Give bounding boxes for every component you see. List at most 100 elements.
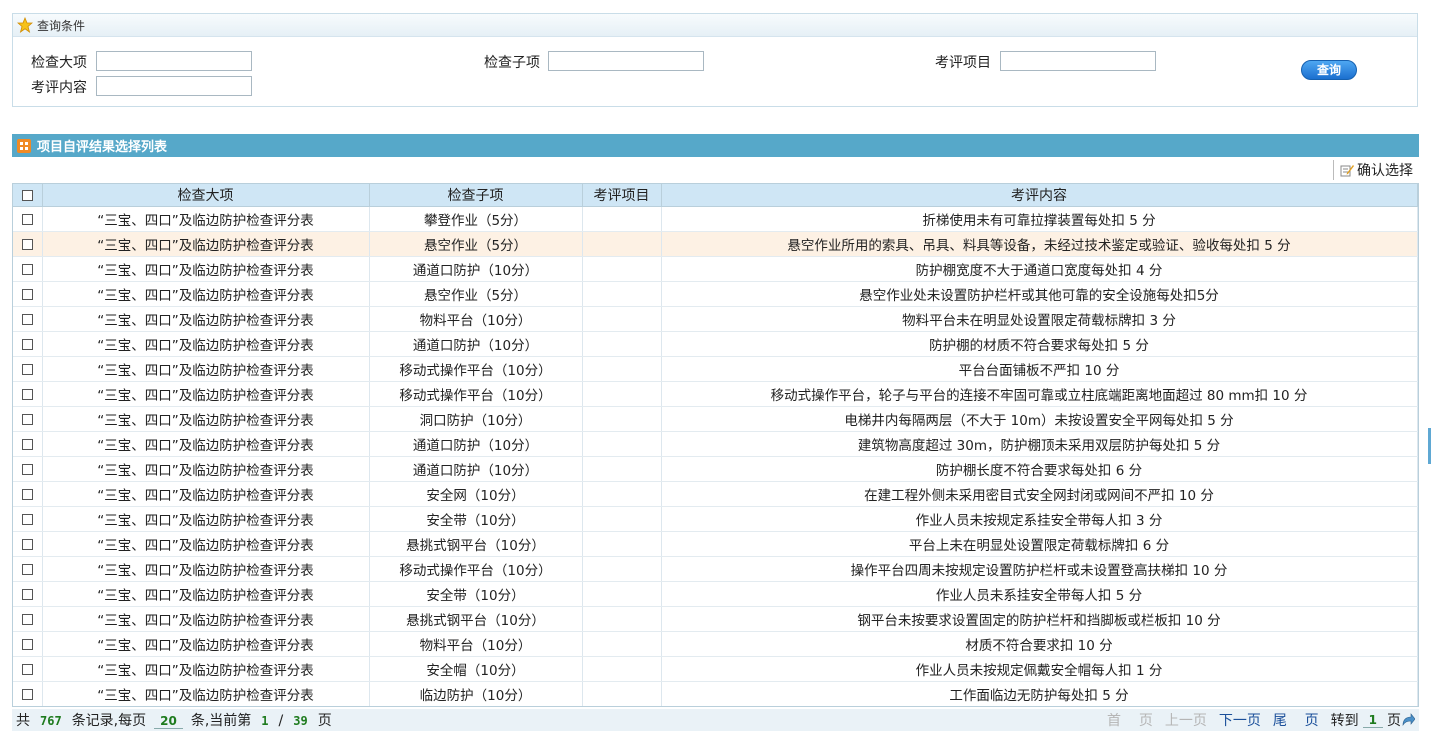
row-select-cell (13, 506, 43, 532)
go-arrow-icon[interactable] (1401, 713, 1415, 727)
pager-text: 共 (16, 713, 30, 729)
table-row[interactable]: “三宝、四口”及临边防护检查评分表 安全带（10分） 作业人员未按规定系挂安全带每人… (13, 506, 1418, 532)
cell-sub: 悬空作业（5分） (369, 231, 583, 257)
cell-project (582, 531, 662, 557)
row-checkbox[interactable] (21, 288, 33, 300)
table-row[interactable]: “三宝、四口”及临边防护检查评分表 悬挑式钢平台（10分） 平台上未在明显处设置限定… (13, 531, 1418, 557)
table-row[interactable]: “三宝、四口”及临边防护检查评分表 移动式操作平台（10分） 移动式操作平台，轮子与… (13, 381, 1418, 407)
cell-content: 防护棚宽度不大于通道口宽度每处扣 4 分 (661, 256, 1418, 282)
sub-input[interactable] (548, 51, 704, 71)
cell-major: “三宝、四口”及临边防护检查评分表 (42, 506, 370, 532)
row-select-cell (13, 406, 43, 432)
table-row[interactable]: “三宝、四口”及临边防护检查评分表 通道口防护（10分） 防护棚长度不符合要求每处扣… (13, 456, 1418, 482)
row-select-cell (13, 581, 43, 607)
table-row[interactable]: “三宝、四口”及临边防护检查评分表 悬空作业（5分） 悬空作业所用的索具、吊具、料具… (13, 231, 1418, 257)
row-checkbox[interactable] (21, 588, 33, 600)
cell-project (582, 556, 662, 582)
last-page-link[interactable]: 尾 (1273, 713, 1287, 729)
pager-nav: 首 页 上一页 下一页 尾 页 转到 1 页 (1107, 710, 1415, 730)
cell-content: 操作平台四周未按规定设置防护栏杆或未设置登高扶梯扣 10 分 (661, 556, 1418, 582)
cell-project (582, 606, 662, 632)
row-select-cell (13, 481, 43, 507)
table-row[interactable]: “三宝、四口”及临边防护检查评分表 安全网（10分） 在建工程外侧未采用密目式安全网… (13, 481, 1418, 507)
table-row[interactable]: “三宝、四口”及临边防护检查评分表 通道口防护（10分） 建筑物高度超过 30m，防… (13, 431, 1418, 457)
query-button[interactable]: 查询 (1301, 60, 1357, 80)
row-select-cell (13, 456, 43, 482)
table-row[interactable]: “三宝、四口”及临边防护检查评分表 物料平台（10分） 材质不符合要求扣 10 分 (13, 631, 1418, 657)
cell-major: “三宝、四口”及临边防护检查评分表 (42, 606, 370, 632)
table-row[interactable]: “三宝、四口”及临边防护检查评分表 安全帽（10分） 作业人员未按规定佩戴安全帽每人… (13, 656, 1418, 682)
query-panel-header: 查询条件 (13, 14, 1417, 37)
cell-project (582, 256, 662, 282)
cell-content: 悬空作业所用的索具、吊具、料具等设备，未经过技术鉴定或验证、验收每处扣 5 分 (661, 231, 1418, 257)
row-checkbox[interactable] (21, 563, 33, 575)
pager-text: 条记录,每页 (71, 713, 147, 729)
cell-content: 移动式操作平台，轮子与平台的连接不牢固可靠或立柱底端距离地面超过 80 mm扣 … (661, 381, 1418, 407)
cell-content: 作业人员未系挂安全带每人扣 5 分 (661, 581, 1418, 607)
row-checkbox[interactable] (21, 488, 33, 500)
cell-project (582, 581, 662, 607)
cell-sub: 通道口防护（10分） (369, 431, 583, 457)
row-checkbox[interactable] (21, 663, 33, 675)
first-page-link[interactable]: 首 (1107, 713, 1121, 729)
select-all-checkbox[interactable] (21, 189, 33, 201)
label-content: 考评内容 (31, 80, 87, 96)
row-checkbox[interactable] (21, 463, 33, 475)
next-page-link[interactable]: 下一页 (1219, 710, 1261, 730)
row-checkbox[interactable] (21, 438, 33, 450)
table-row[interactable]: “三宝、四口”及临边防护检查评分表 通道口防护（10分） 防护棚宽度不大于通道口宽度… (13, 256, 1418, 282)
row-checkbox[interactable] (21, 413, 33, 425)
table-row[interactable]: “三宝、四口”及临边防护检查评分表 洞口防护（10分） 电梯井内每隔两层（不大于 1… (13, 406, 1418, 432)
cell-sub: 物料平台（10分） (369, 631, 583, 657)
cell-project (582, 381, 662, 407)
row-checkbox[interactable] (21, 213, 33, 225)
cell-sub: 临边防护（10分） (369, 681, 583, 706)
per-page-input[interactable]: 20 (154, 714, 183, 729)
cell-sub: 移动式操作平台（10分） (369, 381, 583, 407)
cell-major: “三宝、四口”及临边防护检查评分表 (42, 281, 370, 307)
table-row[interactable]: “三宝、四口”及临边防护检查评分表 移动式操作平台（10分） 操作平台四周未按规定设… (13, 556, 1418, 582)
cell-content: 建筑物高度超过 30m，防护棚顶未采用双层防护每处扣 5 分 (661, 431, 1418, 457)
cell-sub: 安全帽（10分） (369, 656, 583, 682)
row-checkbox[interactable] (21, 263, 33, 275)
row-select-cell (13, 631, 43, 657)
cell-content: 工作面临边无防护每处扣 5 分 (661, 681, 1418, 706)
row-select-cell (13, 656, 43, 682)
row-checkbox[interactable] (21, 638, 33, 650)
cell-content: 作业人员未按规定佩戴安全帽每人扣 1 分 (661, 656, 1418, 682)
cell-sub: 洞口防护（10分） (369, 406, 583, 432)
table-row[interactable]: “三宝、四口”及临边防护检查评分表 悬空作业（5分） 悬空作业处未设置防护栏杆或其他… (13, 281, 1418, 307)
cell-content: 平台台面铺板不严扣 10 分 (661, 356, 1418, 382)
row-checkbox[interactable] (21, 388, 33, 400)
major-input[interactable] (96, 51, 252, 71)
goto-page-input[interactable]: 1 (1362, 713, 1383, 728)
row-checkbox[interactable] (21, 338, 33, 350)
row-checkbox[interactable] (21, 363, 33, 375)
cell-project (582, 306, 662, 332)
cell-sub: 通道口防护（10分） (369, 256, 583, 282)
table-row[interactable]: “三宝、四口”及临边防护检查评分表 安全带（10分） 作业人员未系挂安全带每人扣 5… (13, 581, 1418, 607)
table-row[interactable]: “三宝、四口”及临边防护检查评分表 临边防护（10分） 工作面临边无防护每处扣 5 … (13, 681, 1418, 706)
prev-page-link[interactable]: 上一页 (1165, 710, 1207, 730)
cell-sub: 移动式操作平台（10分） (369, 556, 583, 582)
confirm-select-button[interactable]: 确认选择 (1333, 160, 1413, 180)
pager-info: 共 767 条记录,每页 20 条,当前第 1/39 页 (16, 710, 332, 730)
row-checkbox[interactable] (21, 313, 33, 325)
row-checkbox[interactable] (21, 538, 33, 550)
cell-sub: 物料平台（10分） (369, 306, 583, 332)
row-checkbox[interactable] (21, 238, 33, 250)
table-row[interactable]: “三宝、四口”及临边防护检查评分表 移动式操作平台（10分） 平台台面铺板不严扣 1… (13, 356, 1418, 382)
row-checkbox[interactable] (21, 513, 33, 525)
label-project: 考评项目 (935, 55, 991, 71)
table-row[interactable]: “三宝、四口”及临边防护检查评分表 攀登作业（5分） 折梯使用未有可靠拉撑装置每处扣… (13, 206, 1418, 232)
table-row[interactable]: “三宝、四口”及临边防护检查评分表 悬挑式钢平台（10分） 钢平台未按要求设置固定的… (13, 606, 1418, 632)
row-checkbox[interactable] (21, 688, 33, 700)
project-input[interactable] (1000, 51, 1156, 71)
cell-project (582, 431, 662, 457)
row-checkbox[interactable] (21, 613, 33, 625)
table-row[interactable]: “三宝、四口”及临边防护检查评分表 物料平台（10分） 物料平台未在明显处设置限定荷… (13, 306, 1418, 332)
content-input[interactable] (96, 76, 252, 96)
table-row[interactable]: “三宝、四口”及临边防护检查评分表 通道口防护（10分） 防护棚的材质不符合要求每处… (13, 331, 1418, 357)
label-sub: 检查子项 (484, 55, 540, 71)
query-panel: 查询条件 检查大项 检查子项 考评项目 考评内容 查询 (12, 13, 1418, 107)
